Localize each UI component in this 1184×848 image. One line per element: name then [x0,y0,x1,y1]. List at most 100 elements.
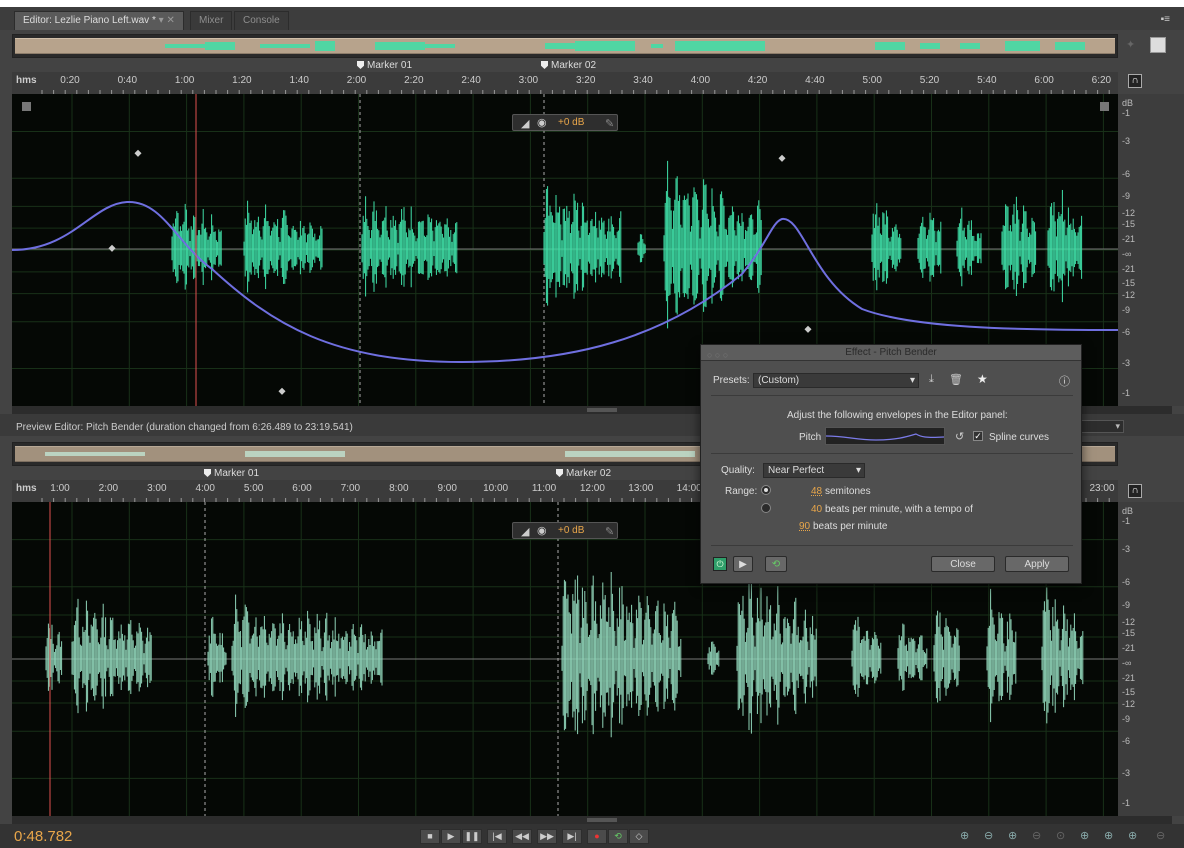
zoom-in-point-icon[interactable]: ⊕ [1080,829,1089,842]
db-scale-label: -15 [1122,687,1136,698]
reset-envelope-icon[interactable]: ↺ [955,430,964,443]
go-to-start-button[interactable]: |◀ [487,829,507,844]
zoom-icon[interactable]: ✦ [1126,38,1135,51]
panel-menu-icon[interactable]: ▪≡ [1161,14,1170,25]
hud-gain-value[interactable]: +0 dB [558,117,584,128]
db-scale-label: -6 [1122,327,1131,337]
db-scale-label: dB [1122,506,1134,517]
rewind-button[interactable]: ◀◀ [512,829,532,844]
headphones-icon[interactable]: ∩ [1128,74,1142,88]
instructions-text: Adjust the following envelopes in the Ed… [787,410,1008,421]
db-scale-label: -3 [1122,358,1131,368]
tempo-value[interactable]: 90 [799,521,810,532]
fast-forward-button[interactable]: ▶▶ [537,829,557,844]
envelope-keyframe [278,387,286,395]
overview-bar[interactable] [12,34,1118,58]
ruler-tick-label: 4:00 [690,75,711,86]
current-time-display[interactable]: 0:48.782 [14,828,72,845]
preview-volume-knob-icon[interactable]: ◉ [537,524,547,537]
close-button[interactable]: Close [931,556,995,572]
ruler-tick-label: 2:00 [98,483,119,494]
db-scale-label: -12 [1122,290,1136,300]
presets-select[interactable]: (Custom) ▾ [753,373,919,388]
preview-hud-gain-value[interactable]: +0 dB [558,525,584,536]
db-scale-label: -9 [1122,714,1131,725]
ruler-tick-label: 4:00 [195,483,215,494]
semitones-label: semitones [825,486,871,497]
delete-preset-icon[interactable]: 🗑 [949,373,963,386]
apply-button[interactable]: Apply [1005,556,1069,572]
hud-volume[interactable]: ◢ ◉ +0 dB ✎ [512,114,618,131]
ruler-tick-label: 3:40 [633,75,653,86]
preview-loop-button[interactable]: ⟲ [765,556,787,572]
preview-play-button[interactable]: ▶ [733,556,753,572]
loop-button[interactable]: ⟲ [608,829,628,844]
db-scale-label: -3 [1122,544,1131,555]
stop-button[interactable]: ■ [420,829,440,844]
volume-knob-icon[interactable]: ◉ [537,116,547,129]
tempo-label: beats per minute [813,521,888,532]
pitch-bender-dialog: Effect - Pitch Bender ○ ○ ○ Presets: (Cu… [700,344,1082,584]
fade-out-handle[interactable] [1100,102,1109,111]
tab-bar: Editor: Lezlie Piano Left.wav * ▾ ✕ Mixe… [0,0,1184,30]
pitch-envelope-preview[interactable] [825,427,945,445]
timeline-ruler[interactable]: hms 0:20 0:40 1:00 1:20 1:40 2:00 2:20 2:40 3:00… [12,72,1118,94]
preview-marker-02[interactable]: Marker 02 [554,468,611,479]
preview-hud-volume[interactable]: ◢ ◉ +0 dB ✎ [512,522,618,539]
zoom-reset-icon[interactable]: ⊖ [1156,829,1165,842]
zoom-in-amplitude-icon[interactable]: ⊕ [960,829,969,842]
ruler-tick-label: 6:00 [292,483,312,494]
spline-curves-label: Spline curves [989,432,1050,443]
preview-db-scale: dB -1 -3 -6 -9 -12 -15 -21 -∞ -21 -15 -12 -9 -6 -3 -1 [1118,502,1184,816]
marker-02[interactable]: Marker 02 [539,60,596,71]
ruler-tick-label: 6:20 [1091,75,1112,86]
zoom-out-time-icon[interactable]: ⊖ [1032,829,1041,842]
preview-horizontal-scrollbar[interactable] [12,816,1172,824]
window-controls-icon[interactable]: ○ ○ ○ [707,347,728,363]
skip-button[interactable]: ◇ [629,829,649,844]
marker-01[interactable]: Marker 01 [355,60,412,71]
semitones-value[interactable]: 48 [811,486,822,497]
zoom-full-icon[interactable]: ⊙ [1056,829,1065,842]
tab-console[interactable]: Console [234,11,289,30]
bpm-value[interactable]: 40 [811,504,822,515]
pause-button[interactable]: ❚❚ [462,829,482,844]
zoom-selection-icon[interactable]: ⊕ [1104,829,1113,842]
tab-editor[interactable]: Editor: Lezlie Piano Left.wav * ▾ ✕ [14,11,184,30]
envelope-keyframe [108,244,116,252]
favorite-star-icon[interactable]: ★ [977,372,988,386]
preview-headphones-icon[interactable]: ∩ [1128,484,1142,498]
spline-curves-checkbox[interactable]: ✓ [973,431,983,441]
ruler-tick-label: 12:00 [579,483,605,494]
preview-dropdown[interactable]: ▾ [1080,420,1124,433]
power-toggle-icon[interactable]: ⏻ [713,557,727,571]
semitones-radio[interactable] [761,485,771,495]
ruler-tick-label: 4:40 [805,75,825,86]
save-preset-icon[interactable]: ⤓ [929,373,934,386]
go-to-end-button[interactable]: ▶| [562,829,582,844]
zoom-in-time-icon[interactable]: ⊕ [1008,829,1017,842]
zoom-tracks-icon[interactable]: ⊕ [1128,829,1137,842]
preview-marker-01[interactable]: Marker 01 [202,468,259,479]
ruler-tick-label: 4:20 [747,75,768,86]
db-scale-label: -1 [1122,388,1131,398]
play-button[interactable]: ▶ [441,829,461,844]
db-scale-label: -9 [1122,305,1131,315]
dialog-titlebar[interactable]: Effect - Pitch Bender ○ ○ ○ [701,345,1081,361]
db-scale-label: -21 [1122,264,1136,274]
fade-in-handle[interactable] [22,102,31,111]
bpm-radio[interactable] [761,503,771,513]
record-button[interactable]: ● [587,829,607,844]
tab-mixer[interactable]: Mixer [190,11,233,30]
db-scale-label: -1 [1122,108,1131,118]
zoom-out-amplitude-icon[interactable]: ⊖ [984,829,993,842]
quality-label: Quality: [721,465,755,476]
db-scale-label: -∞ [1122,249,1132,259]
pin-icon[interactable]: ✎ [605,117,614,130]
info-icon[interactable]: ⓘ [1059,373,1070,389]
preview-pin-icon[interactable]: ✎ [605,525,614,538]
db-scale-label: -15 [1122,627,1136,638]
ruler-tick-label: 6:00 [1034,75,1054,86]
panel-options-icon[interactable] [1150,37,1166,53]
quality-select[interactable]: Near Perfect ▾ [763,463,865,478]
